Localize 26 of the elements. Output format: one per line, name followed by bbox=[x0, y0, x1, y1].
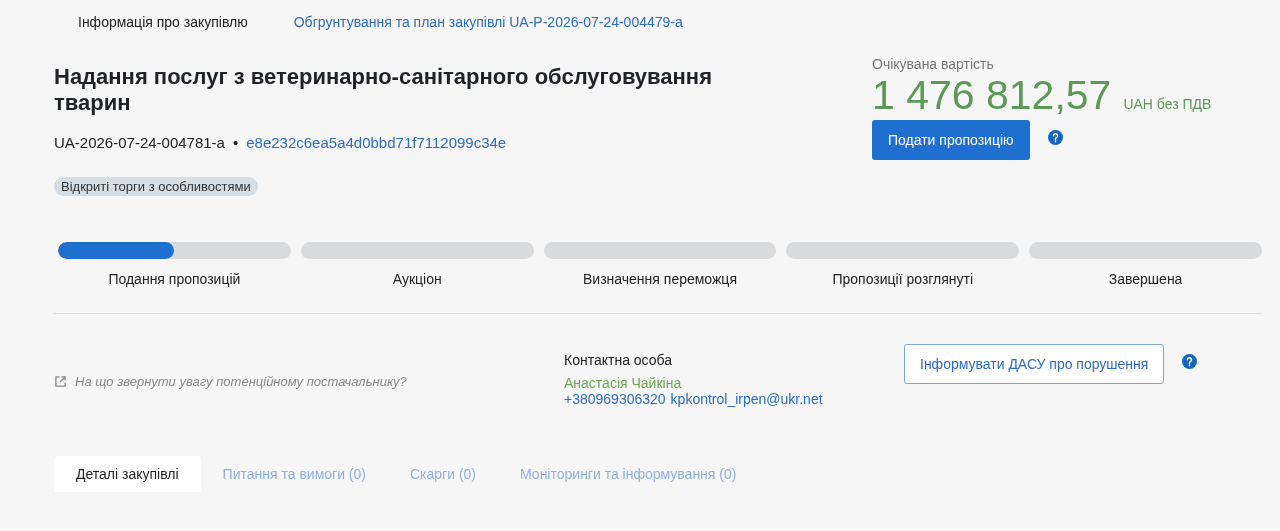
report-button[interactable]: Інформувати ДАСУ про порушення bbox=[904, 344, 1165, 384]
value-label: Очікувана вартість bbox=[872, 56, 994, 72]
stage-label: Аукціон bbox=[392, 271, 442, 287]
submit-button[interactable]: Подати пропозицію bbox=[872, 120, 1030, 160]
amount: 1 476 812,57 bbox=[872, 72, 1112, 118]
procedure-badge: Відкриті торги з особливостями bbox=[54, 177, 258, 196]
separator: • bbox=[232, 134, 239, 151]
stage-label: Завершена bbox=[1108, 271, 1183, 287]
currency: UAH без ПДВ bbox=[1123, 96, 1212, 112]
stage-label: Пропозиції розглянуті bbox=[832, 271, 974, 287]
email-link[interactable]: kpkontrol_irpen@ukr.net bbox=[670, 391, 823, 407]
stage-label: Визначення переможця bbox=[583, 271, 737, 287]
phone-link[interactable]: +380969306320 bbox=[564, 391, 666, 407]
contact-name: Анастасія Чайкіна bbox=[564, 375, 683, 391]
help-icon[interactable] bbox=[1047, 130, 1063, 145]
tender-id: UA-2026-07-24-004781-a bbox=[54, 134, 225, 151]
nav-tab[interactable]: Інформація про закупівлю bbox=[78, 12, 248, 40]
help-icon[interactable] bbox=[1182, 354, 1198, 369]
stage-label: Подання пропозицій bbox=[108, 271, 241, 287]
supplier-hint-link[interactable]: На що звернути увагу потенційному постачальнику? bbox=[75, 374, 407, 389]
external-link-icon bbox=[54, 375, 67, 388]
tender-title: Надання послуг з ветеринарно-санітарного обслуговування тварин bbox=[54, 64, 713, 116]
section-tab[interactable]: Деталі закупівлі bbox=[54, 456, 201, 492]
contact-heading: Контактна особа bbox=[564, 352, 674, 368]
nav-tab[interactable]: Обгрунтування та план закупівлі UA-P-2026-07-24-004479-a bbox=[293, 12, 683, 40]
hash-link[interactable]: e8e232c6ea5a4d0bbd71f7112099c34e bbox=[246, 134, 507, 151]
